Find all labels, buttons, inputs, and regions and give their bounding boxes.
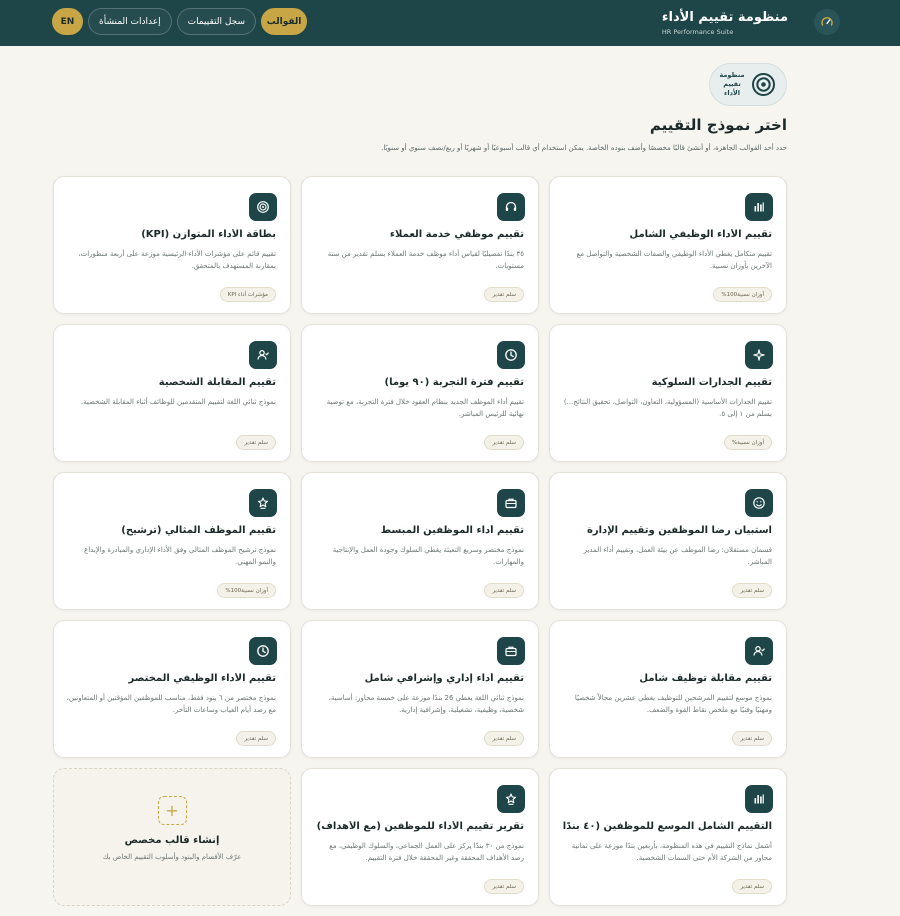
user-check-icon	[249, 341, 277, 369]
template-card-title: تقييم الأداء الوظيفي المختصر	[128, 673, 276, 684]
template-card[interactable]: بطاقة الأداء المتوازن (KPI) تقييم قائم عل…	[53, 176, 291, 314]
smile-icon	[745, 489, 773, 517]
template-card-description: نموذج من ٣٠ بندًا يركز على العمل الجماعي…	[329, 842, 524, 862]
sparkle-icon	[745, 341, 773, 369]
template-card-title: تقييم موظفي خدمة العملاء	[389, 229, 524, 240]
template-card-tag: سلم تقدير	[484, 583, 524, 598]
top-nav: EN إعدادات المنشأة سجل التقييمات القوالب	[52, 8, 307, 35]
briefcase-icon	[497, 637, 525, 665]
template-card-description: قسمان مستقلان: رضا الموظف عن بيئة العمل،…	[583, 546, 772, 566]
template-card[interactable]: تقييم موظفي خدمة العملاء ٣٥ بندًا تفصيليً…	[301, 176, 539, 314]
template-card-description: نموذج مختصر وسريع التعبئة يغطي السلوك وج…	[332, 546, 524, 566]
clock-icon	[249, 637, 277, 665]
template-card-title: تقييم مقابلة توظيف شامل	[639, 673, 772, 684]
template-card[interactable]: تقييم الجدارات السلوكية تقييم الجدارات ال…	[549, 324, 787, 462]
template-card-tag: أوزان نسبية100%	[713, 287, 772, 302]
page-title: اختر نموذج التقييم	[649, 116, 787, 134]
template-card-tag: سلم تقدير	[236, 435, 276, 450]
template-card-title: تقييم الجدارات السلوكية	[651, 377, 772, 388]
template-card-description: أشمل نماذج التقييم في هذه المنظومة، بأرب…	[571, 842, 772, 862]
template-card-tag: أوزان نسبية%	[723, 435, 772, 450]
template-card[interactable]: تقييم المقابلة الشخصية نموذج ثنائي اللغة …	[53, 324, 291, 462]
briefcase-icon	[497, 489, 525, 517]
template-card-tag: سلم تقدير	[732, 879, 772, 894]
star-badge-icon	[249, 489, 277, 517]
target-icon	[249, 193, 277, 221]
template-card[interactable]: تقييم أداء الموظفين المبسط نموذج مختصر وس…	[301, 472, 539, 610]
template-card-tag: سلم تقدير	[236, 731, 276, 746]
template-card-description: نموذج ترشيح الموظف المثالي وفق الأداء ال…	[84, 546, 276, 566]
create-custom-template-title: إنشاء قالب مخصص	[124, 835, 220, 846]
templates-tab[interactable]: القوالب	[260, 8, 307, 35]
template-card[interactable]: استبيان رضا الموظفين وتقييم الإدارة قسمان…	[549, 472, 787, 610]
template-card-title: تقييم أداء إداري وإشرافي شامل	[364, 673, 524, 684]
template-card-tag: سلم تقدير	[484, 731, 524, 746]
templates-grid: تقييم الأداء الوظيفي الشامل تقييم متكامل …	[53, 176, 787, 906]
template-card-description: نموذج موسع لتقييم المرشحين للتوظيف يغطي …	[574, 694, 772, 714]
template-card-description: ٣٥ بندًا تفصيليًا لقياس أداء موظف خدمة ا…	[327, 250, 524, 270]
gauge-icon	[814, 9, 840, 35]
page-description: حدد أحد القوالب الجاهزة، أو أنشئ قالبًا …	[381, 144, 787, 152]
template-card[interactable]: التقييم الشامل الموسع للموظفين (٤٠ بندًا…	[549, 768, 787, 906]
template-card-tag: مؤشرات أداء KPI	[219, 287, 276, 302]
target-icon	[752, 73, 775, 96]
template-card-description: تقييم قائم على مؤشرات الأداء الرئيسية مو…	[78, 250, 276, 270]
template-card-title: تقييم فترة التجربة (٩٠ يوما)	[384, 377, 525, 388]
template-card-tag: سلم تقدير	[484, 287, 524, 302]
template-card-tag: سلم تقدير	[732, 731, 772, 746]
template-card-title: استبيان رضا الموظفين وتقييم الإدارة	[586, 525, 772, 536]
template-card-title: تقييم المقابلة الشخصية	[158, 377, 276, 388]
top-bar: منظومة تقييم الأداء HR Performance Suite…	[0, 0, 900, 46]
app-title: منظومة تقييم الأداء	[661, 10, 788, 25]
org-logo-badge: منظومة تقييم الأداء	[709, 63, 787, 106]
template-card-title: تقييم الأداء الوظيفي الشامل	[629, 229, 772, 240]
template-card-description: تقييم متكامل يغطي الأداء الوظيفي والصفات…	[576, 250, 772, 270]
evaluation-history-button[interactable]: سجل التقييمات	[176, 8, 256, 35]
brand[interactable]: منظومة تقييم الأداء HR Performance Suite	[661, 0, 840, 46]
template-card-description: نموذج ثنائي اللغة يغطي 26 بندًا موزعة عل…	[328, 694, 524, 714]
template-card[interactable]: تقييم الموظف المثالي (ترشيح) نموذج ترشيح …	[53, 472, 291, 610]
template-card-description: نموذج ثنائي اللغة لتقييم المتقدمين للوظا…	[80, 398, 276, 406]
org-settings-button[interactable]: إعدادات المنشأة	[88, 8, 172, 35]
org-logo-text: منظومة تقييم الأداء	[719, 71, 745, 97]
template-card[interactable]: تقييم مقابلة توظيف شامل نموذج موسع لتقييم…	[549, 620, 787, 758]
create-custom-template-description: عرّف الأقسام والبنود وأسلوب التقييم الخا…	[102, 853, 242, 861]
template-card[interactable]: تقييم أداء إداري وإشرافي شامل نموذج ثنائي…	[301, 620, 539, 758]
bar-chart-icon	[745, 785, 773, 813]
template-card[interactable]: تقرير تقييم الأداء للموظفين (مع الأهداف)…	[301, 768, 539, 906]
clock-icon	[497, 341, 525, 369]
language-toggle-button[interactable]: EN	[52, 8, 83, 35]
template-card-title: التقييم الشامل الموسع للموظفين (٤٠ بندًا…	[562, 821, 772, 832]
template-card[interactable]: تقييم فترة التجربة (٩٠ يوما) تقييم أداء ا…	[301, 324, 539, 462]
template-card[interactable]: تقييم الأداء الوظيفي الشامل تقييم متكامل …	[549, 176, 787, 314]
create-custom-template-card[interactable]: + إنشاء قالب مخصص عرّف الأقسام والبنود وأس…	[53, 768, 291, 906]
template-card[interactable]: تقييم الأداء الوظيفي المختصر نموذج مختصر …	[53, 620, 291, 758]
template-card-tag: سلم تقدير	[484, 879, 524, 894]
star-badge-icon	[497, 785, 525, 813]
template-card-tag: أوزان نسبية100%	[217, 583, 276, 598]
template-card-description: تقييم الجدارات الأساسية (المسؤولية، التع…	[563, 398, 772, 418]
app-subtitle: HR Performance Suite	[661, 28, 734, 36]
headset-icon	[497, 193, 525, 221]
template-card-description: نموذج مختصر من ٦ بنود فقط، مناسب للموظفي…	[66, 694, 276, 714]
template-card-title: تقييم الموظف المثالي (ترشيح)	[121, 525, 276, 536]
plus-icon: +	[157, 796, 187, 825]
user-check-icon	[745, 637, 773, 665]
template-card-title: بطاقة الأداء المتوازن (KPI)	[141, 229, 276, 240]
template-card-tag: سلم تقدير	[484, 435, 524, 450]
template-card-description: تقييم أداء الموظف الجديد بنظام العقود خل…	[326, 398, 524, 418]
template-card-title: تقييم أداء الموظفين المبسط	[380, 525, 524, 536]
template-card-title: تقرير تقييم الأداء للموظفين (مع الأهداف)	[316, 821, 524, 832]
bar-chart-icon	[745, 193, 773, 221]
template-card-tag: سلم تقدير	[732, 583, 772, 598]
